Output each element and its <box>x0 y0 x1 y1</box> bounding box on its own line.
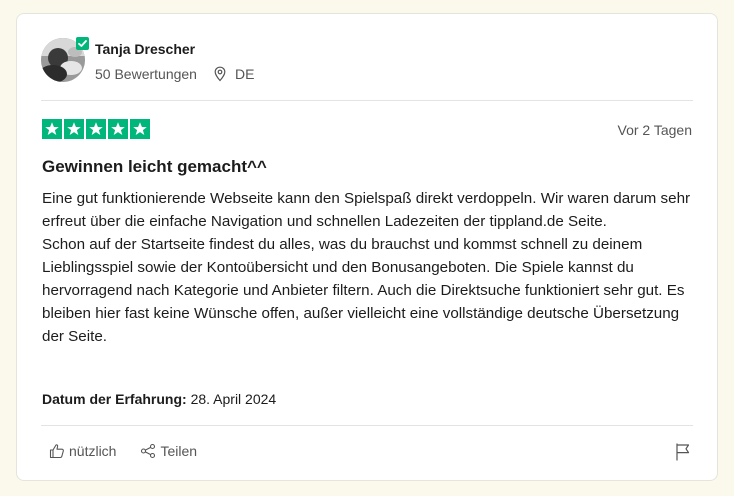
review-paragraph: Eine gut funktionierende Webseite kann d… <box>42 190 691 230</box>
review-card: Tanja Drescher 50 Bewertungen DE Vor 2 T… <box>16 13 718 481</box>
experience-date-label: Datum der Erfahrung: <box>42 391 187 407</box>
useful-label: nützlich <box>69 443 117 459</box>
useful-button[interactable]: nützlich <box>49 442 116 460</box>
star-icon <box>64 119 84 139</box>
review-title[interactable]: Gewinnen leicht gemacht^^ <box>42 156 267 178</box>
review-actions: nützlich Teilen <box>49 442 221 460</box>
experience-date: Datum der Erfahrung: 28. April 2024 <box>42 390 276 408</box>
star-icon <box>42 119 62 139</box>
avatar-container[interactable] <box>41 37 89 82</box>
review-date: Vor 2 Tagen <box>617 122 692 138</box>
flag-icon[interactable] <box>675 443 691 461</box>
review-paragraph: Schon auf der Startseite findest du alle… <box>42 236 685 345</box>
reviewer-header: Tanja Drescher 50 Bewertungen DE <box>41 37 254 86</box>
star-icon <box>130 119 150 139</box>
divider <box>41 100 693 101</box>
thumbs-up-icon <box>49 444 64 459</box>
divider <box>41 425 693 426</box>
reviewer-name[interactable]: Tanja Drescher <box>95 40 254 58</box>
star-icon <box>86 119 106 139</box>
star-rating <box>42 119 150 139</box>
reviews-count: 50 Bewertungen <box>95 66 197 82</box>
share-icon <box>141 443 156 459</box>
share-label: Teilen <box>160 443 198 459</box>
verified-check-icon <box>76 37 89 50</box>
share-button[interactable]: Teilen <box>140 442 197 460</box>
reviewer-country: DE <box>234 66 255 82</box>
location-pin-icon <box>214 66 226 82</box>
reviewer-meta: 50 Bewertungen DE <box>95 65 254 83</box>
experience-date-value: 28. April 2024 <box>190 391 277 407</box>
review-body: Eine gut funktionierende Webseite kann d… <box>42 187 692 348</box>
star-icon <box>108 119 128 139</box>
reviewer-info: Tanja Drescher 50 Bewertungen DE <box>95 40 254 83</box>
